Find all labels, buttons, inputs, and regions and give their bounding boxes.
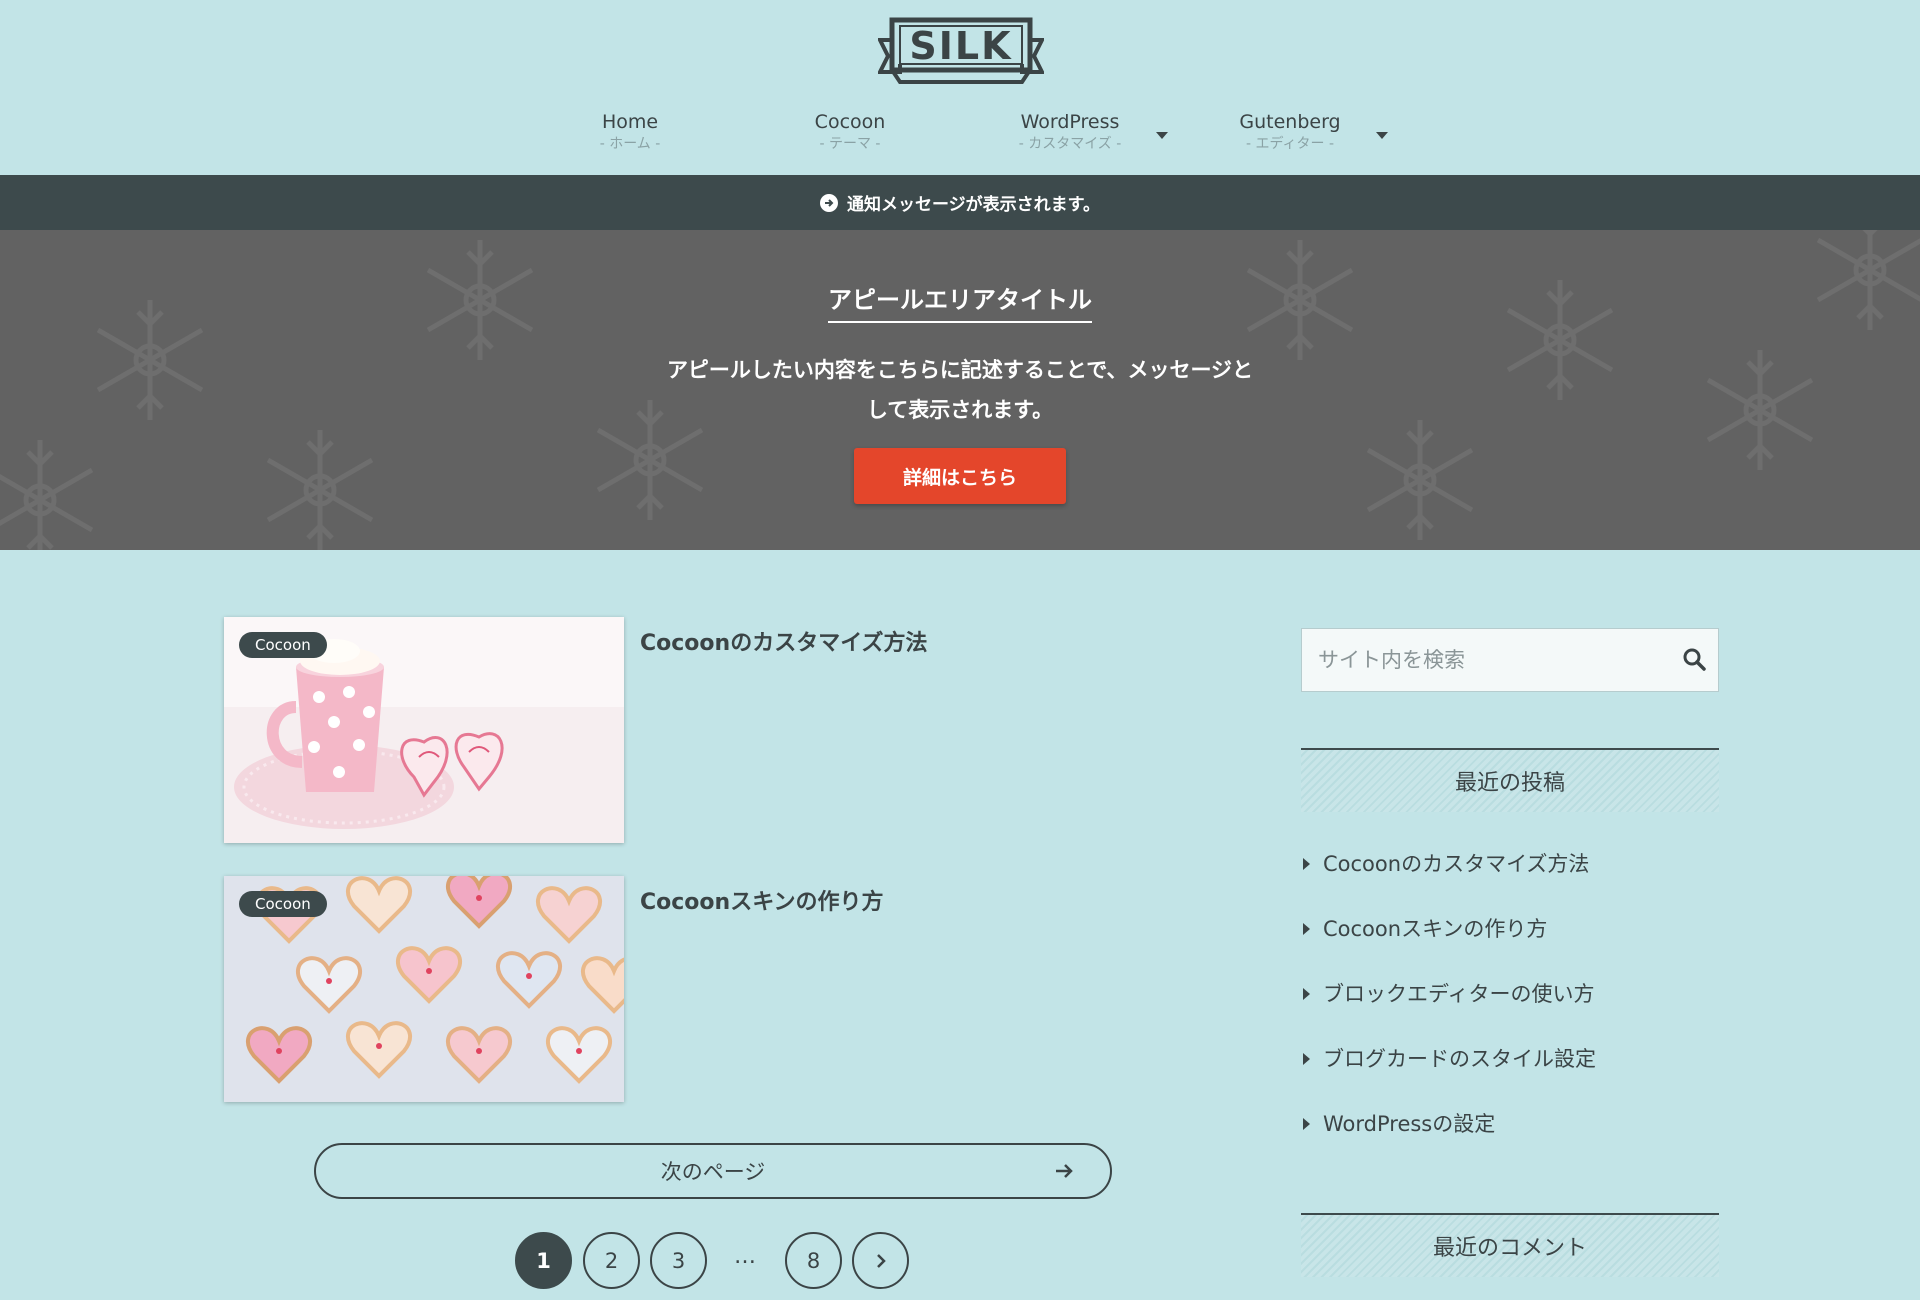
nav-item-sublabel: - エディター - [1245,136,1335,152]
recent-post-link[interactable]: Cocoonのカスタマイズ方法 [1301,838,1719,903]
nav-item-home[interactable]: Home - ホーム - [520,110,740,154]
recent-post-link[interactable]: Cocoonスキンの作り方 [1301,903,1719,968]
search-icon[interactable] [1682,647,1708,677]
recent-post-label: Cocoonのカスタマイズ方法 [1323,852,1590,876]
caret-right-icon [1303,923,1310,935]
logo-text: SILK [909,24,1013,68]
nav-item-label: Cocoon [814,111,886,133]
next-page-label: 次のページ [660,1160,766,1184]
main-navigation: Home - ホーム - Cocoon - テーマ - WordPress - … [0,110,1920,170]
appeal-area: アピールエリアタイトル アピールしたい内容をこちらに記述することで、メッセージと… [0,230,1920,550]
search-input[interactable] [1302,629,1662,691]
arrow-right-circle-icon [820,193,839,212]
recent-posts-list: Cocoonのカスタマイズ方法 Cocoonスキンの作り方 ブロックエディターの… [1301,838,1719,1163]
page-number-current[interactable]: 1 [515,1232,572,1289]
post-title[interactable]: Cocoonのカスタマイズ方法 [640,625,928,657]
chevron-down-icon[interactable] [1376,132,1388,139]
nav-item-label: Home [601,111,659,133]
recent-post-link[interactable]: ブロックエディターの使い方 [1301,968,1719,1033]
notice-bar[interactable]: 通知メッセージが表示されます。 [0,175,1920,230]
post-thumbnail[interactable]: Cocoon [224,876,624,1102]
post-thumbnail[interactable]: Cocoon [224,617,624,843]
appeal-message-line: アピールしたい内容をこちらに記述することで、メッセージと [666,358,1254,382]
nav-item-sublabel: - ホーム - [599,136,661,152]
appeal-title: アピールエリアタイトル [828,280,1092,323]
nav-item-sublabel: - カスタマイズ - [1018,136,1122,152]
recent-posts-title: 最近の投稿 [1301,748,1719,812]
category-badge[interactable]: Cocoon [239,891,327,917]
recent-post-label: ブログカードのスタイル設定 [1323,1047,1596,1071]
recent-comments-title: 最近のコメント [1301,1213,1719,1277]
chevron-right-icon [876,1253,886,1268]
post-title[interactable]: Cocoonスキンの作り方 [640,884,884,916]
nav-item-wordpress[interactable]: WordPress - カスタマイズ - [960,110,1180,154]
page-number[interactable]: 3 [650,1232,707,1289]
recent-post-label: Cocoonスキンの作り方 [1323,917,1548,941]
caret-right-icon [1303,858,1310,870]
caret-right-icon [1303,1053,1310,1065]
arrow-right-icon [1054,1159,1074,1188]
site-header: SILK Home - ホーム - Cocoon - テーマ - WordPre… [0,0,1920,175]
site-search [1301,628,1719,692]
caret-right-icon [1303,988,1310,1000]
recent-post-label: WordPressの設定 [1323,1112,1496,1136]
notice-text: 通知メッセージが表示されます。 [847,195,1100,215]
appeal-message-line: して表示されます。 [866,398,1054,422]
recent-post-link[interactable]: WordPressの設定 [1301,1098,1719,1163]
recent-post-link[interactable]: ブログカードのスタイル設定 [1301,1033,1719,1098]
post-card[interactable]: Cocoon Cocoonのカスタマイズ方法 [224,617,1004,843]
recent-post-label: ブロックエディターの使い方 [1323,982,1595,1006]
next-page-button[interactable]: 次のページ [314,1143,1112,1199]
post-card[interactable]: Cocoon Cocoonスキンの作り方 [224,876,1004,1102]
nav-item-cocoon[interactable]: Cocoon - テーマ - [740,110,960,154]
pagination-ellipsis: … [734,1244,756,1269]
appeal-message: アピールしたい内容をこちらに記述することで、メッセージと して表示されます。 [0,350,1920,430]
nav-item-label: WordPress [1020,111,1120,133]
pagination-next-button[interactable] [852,1232,909,1289]
appeal-details-button[interactable]: 詳細はこちら [854,448,1066,504]
nav-item-gutenberg[interactable]: Gutenberg - エディター - [1180,110,1400,154]
site-logo[interactable]: SILK [876,14,1046,88]
nav-item-label: Gutenberg [1239,111,1341,133]
category-badge[interactable]: Cocoon [239,632,327,658]
caret-right-icon [1303,1118,1310,1130]
page-number[interactable]: 8 [785,1232,842,1289]
page-number[interactable]: 2 [583,1232,640,1289]
nav-item-sublabel: - テーマ - [819,136,881,152]
chevron-down-icon[interactable] [1156,132,1168,139]
